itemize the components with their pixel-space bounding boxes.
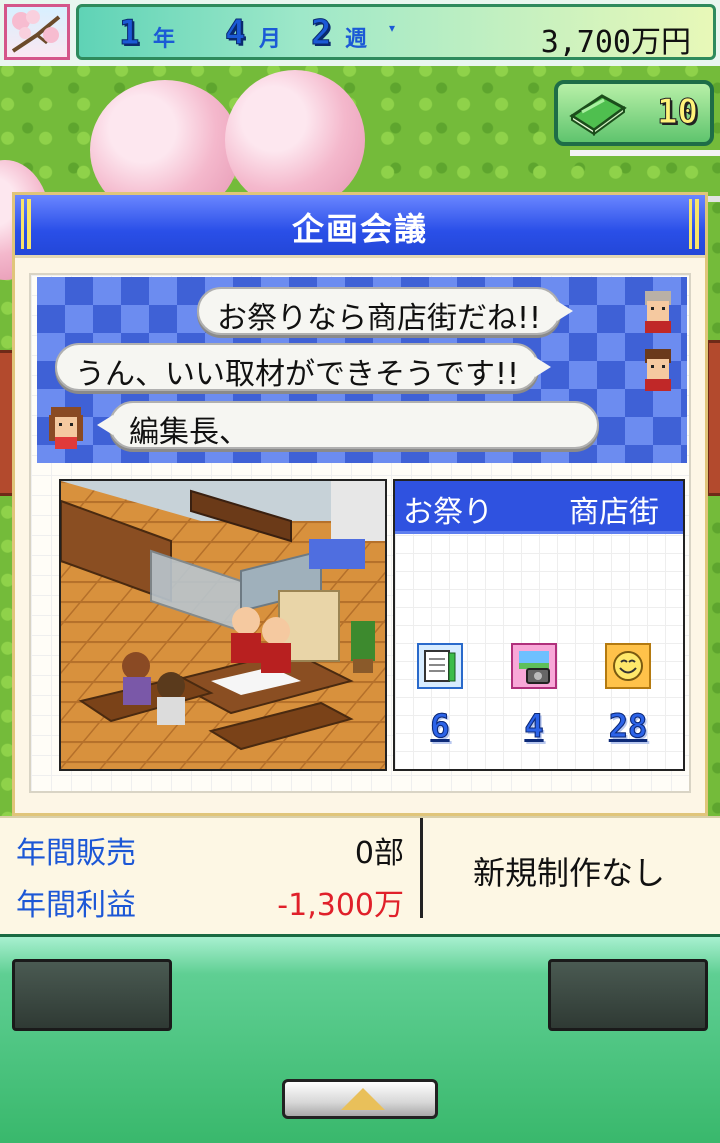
week-number: 2 [310, 13, 332, 54]
topic-header: お祭り 商店街 [395, 481, 683, 534]
office-meeting-illustration [59, 479, 387, 771]
topic-shopping-street: 商店街 [569, 495, 659, 530]
dialogue-bubble: お祭りなら商店街だね!! [197, 287, 574, 336]
right-menu-slot[interactable] [548, 959, 708, 1031]
photo-icon [511, 643, 557, 689]
expand-menu-button[interactable] [282, 1079, 438, 1119]
bottom-control-panel [0, 934, 720, 1143]
month-number: 4 [224, 13, 246, 54]
dialogue-bubble: 編集長、 [97, 401, 599, 450]
notebook-icon [417, 643, 463, 689]
topic-card[interactable]: お祭り 商店街 6 4 28 [393, 479, 685, 771]
brown-haired-staff-avatar [645, 349, 671, 391]
shop-building [706, 340, 720, 496]
editor-in-chief-avatar [49, 407, 83, 449]
cherry-tree [225, 70, 365, 210]
spring-season-icon[interactable] [4, 4, 70, 60]
annual-profit-value: -1,300万 [277, 888, 404, 923]
dialogue-text: お祭りなら商店街だね!! [217, 301, 542, 336]
production-status: 新規制作なし [472, 854, 665, 892]
meeting-content: お祭りなら商店街だね!! うん、いい取材ができそうです!! 編集長、 お祭り 商… [29, 273, 691, 793]
stats-divider [420, 818, 423, 918]
stat-value-smiley: 28 [608, 707, 648, 746]
dialogue-text: うん、いい取材ができそうです!! [75, 357, 520, 392]
book-count: 10 [657, 92, 699, 133]
week-unit: 週 [345, 27, 368, 52]
panel-title: 企画会議 [291, 210, 428, 248]
funds-display: 3,700万円 [540, 25, 691, 60]
left-menu-slot[interactable] [12, 959, 172, 1031]
annual-stats-bar[interactable]: 年間販売 0部 年間利益 -1,300万 新規制作なし [0, 816, 720, 938]
annual-profit-label: 年間利益 [16, 888, 136, 923]
green-book-icon [569, 94, 627, 136]
book-counter[interactable]: 10 [554, 80, 714, 146]
year-number: 1 [118, 13, 140, 54]
stat-value-photo: 4 [524, 707, 544, 746]
annual-sales-value: 0部 [354, 836, 404, 871]
dialogue-area[interactable]: お祭りなら商店街だね!! うん、いい取材ができそうです!! 編集長、 [37, 277, 687, 463]
top-status-bar: 1 年 4 月 2 週 ▾ 3,700万円 [0, 0, 720, 66]
panel-titlebar: 企画会議 [15, 195, 705, 258]
year-unit: 年 [153, 27, 176, 52]
annual-sales-label: 年間販売 [16, 836, 136, 871]
date-display[interactable]: 1 年 4 月 2 週 ▾ 3,700万円 [76, 4, 716, 60]
month-unit: 月 [259, 27, 282, 52]
topic-festival: お祭り [403, 495, 493, 530]
smiley-icon [605, 643, 651, 689]
dialogue-bubble: うん、いい取材ができそうです!! [55, 343, 552, 392]
gray-haired-staff-avatar [645, 291, 671, 333]
stat-value-notebook: 6 [430, 707, 450, 746]
planning-meeting-panel: 企画会議 お祭りなら商店街だね!! うん、いい取材ができそうです!! 編集長、 … [12, 192, 708, 816]
dialogue-text: 編集長、 [129, 415, 249, 450]
up-arrow-icon [341, 1088, 385, 1110]
speed-indicator-icon: ▾ [389, 21, 396, 35]
